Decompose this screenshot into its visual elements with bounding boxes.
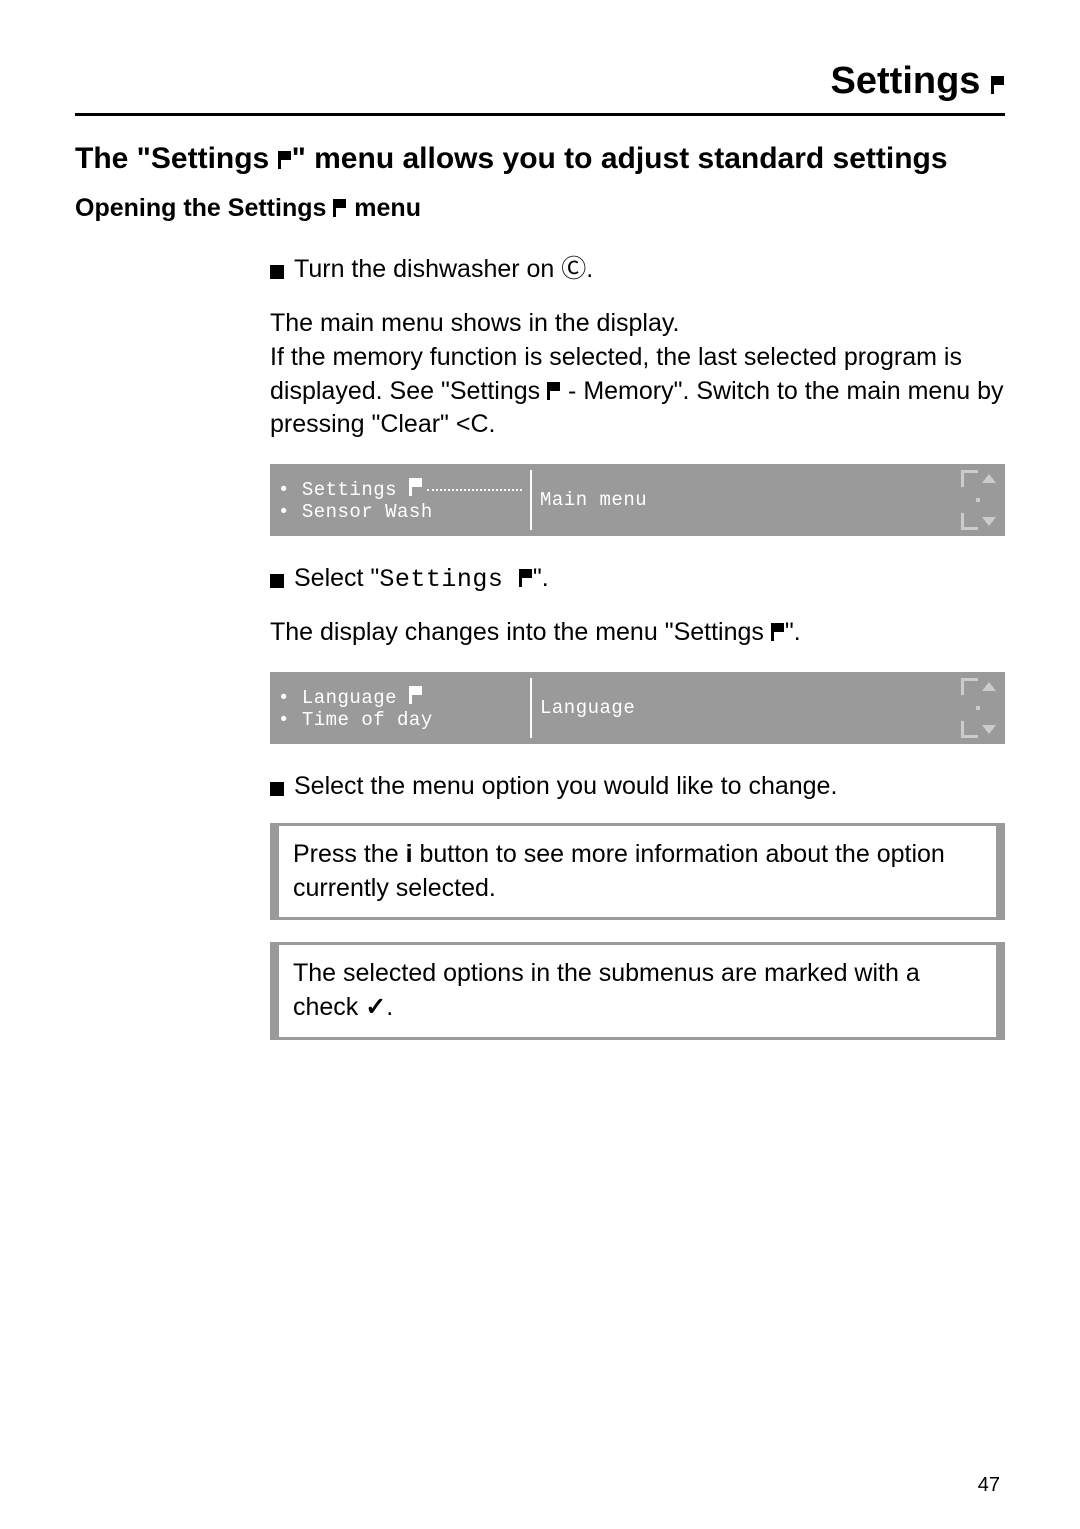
step-select-settings: Select "Settings ". [270, 564, 1005, 594]
settings-menu-word: Settings [379, 565, 519, 594]
lcd-settings-item1: Language [302, 687, 409, 709]
subhead-prefix: Opening the Settings [75, 194, 333, 222]
bracket-bottom-icon [961, 513, 978, 530]
check-note-box: The selected options in the submenus are… [270, 942, 1005, 1040]
flag-icon [547, 382, 561, 400]
display-center-label: Language [532, 672, 951, 744]
display-item-label: • Settings [278, 477, 423, 501]
page-header: Settings [75, 60, 1005, 116]
intro-heading: The "Settings " menu allows you to adjus… [75, 142, 1005, 176]
flag-icon [278, 151, 292, 169]
lcd-main-item1: Settings [302, 479, 397, 501]
content-column: Turn the dishwasher on Ⓒ. The main menu … [270, 249, 1005, 1040]
note1-a: Press the [293, 840, 406, 868]
check-icon: ✓ [365, 993, 386, 1021]
flag-icon [409, 478, 423, 496]
subhead-suffix: menu [347, 194, 421, 222]
para2-a: The display changes into the menu "Setti… [270, 618, 771, 646]
display-settings-menu: • Language • Time of day Language [270, 672, 1005, 744]
scroll-down-group [961, 513, 996, 530]
display-item-timeofday: • Time of day [278, 709, 522, 731]
display-item-label: • Language [278, 685, 423, 709]
bullet-icon [270, 574, 284, 588]
bracket-top-icon [961, 470, 978, 487]
cursor-dot-icon [976, 498, 980, 502]
para1-line1: The main menu shows in the display. [270, 309, 679, 337]
main-menu-paragraph: The main menu shows in the display. If t… [270, 307, 1005, 442]
lcd-main-item2: Sensor Wash [302, 501, 433, 523]
bullet-icon [270, 782, 284, 796]
intro-prefix: The "Settings [75, 142, 278, 175]
display-item-sensorwash: • Sensor Wash [278, 501, 522, 523]
note2-b: . [386, 993, 393, 1021]
bracket-bottom-icon [961, 721, 978, 738]
scroll-cursor [976, 706, 980, 710]
cursor-dot-icon [976, 706, 980, 710]
scroll-cursor [976, 498, 980, 502]
display-scroll-indicator [951, 464, 1005, 536]
flag-icon [771, 623, 785, 641]
selection-dots [427, 489, 522, 491]
display-changes-paragraph: The display changes into the menu "Setti… [270, 616, 1005, 650]
flag-icon [991, 76, 1005, 94]
scroll-down-group [961, 721, 996, 738]
subheading: Opening the Settings menu [75, 194, 1005, 223]
display-scroll-indicator [951, 672, 1005, 744]
lcd-settings-item2: Time of day [302, 709, 433, 731]
intro-suffix: " menu allows you to adjust standard set… [292, 142, 948, 175]
display-left-column: • Settings • Sensor Wash [270, 464, 530, 536]
arrow-down-icon [982, 517, 996, 526]
step-text: Select "Settings ". [294, 564, 549, 594]
display-item-settings: • Settings [278, 477, 522, 501]
step-select-option: Select the menu option you would like to… [270, 772, 1005, 801]
scroll-up-group [961, 470, 996, 487]
arrow-up-icon [982, 682, 996, 691]
header-title: Settings [831, 60, 981, 102]
display-item-language: • Language [278, 685, 522, 709]
display-main-menu: • Settings • Sensor Wash Main menu [270, 464, 1005, 536]
arrow-down-icon [982, 725, 996, 734]
step1-suffix: . [586, 255, 593, 283]
display-center-label: Main menu [532, 464, 951, 536]
display-left-column: • Language • Time of day [270, 672, 530, 744]
step2-prefix: Select " [294, 564, 379, 592]
flag-icon [333, 199, 347, 217]
step-text: Turn the dishwasher on Ⓒ. [294, 249, 593, 285]
flag-icon [409, 686, 423, 704]
para1-line2c: . [489, 410, 496, 438]
info-icon: i [406, 840, 413, 868]
page-number: 47 [978, 1474, 1000, 1497]
power-icon: Ⓒ [561, 255, 586, 283]
scroll-up-group [961, 678, 996, 695]
step1-prefix: Turn the dishwasher on [294, 255, 561, 283]
bracket-top-icon [961, 678, 978, 695]
clear-icon: <C [456, 410, 489, 438]
flag-icon [519, 569, 533, 587]
para2-b: ". [785, 618, 801, 646]
bullet-icon [270, 265, 284, 279]
arrow-up-icon [982, 474, 996, 483]
step-text: Select the menu option you would like to… [294, 772, 837, 801]
step-turn-on: Turn the dishwasher on Ⓒ. [270, 249, 1005, 285]
step2-suffix: ". [533, 564, 549, 592]
info-note-box: Press the i button to see more informati… [270, 823, 1005, 921]
